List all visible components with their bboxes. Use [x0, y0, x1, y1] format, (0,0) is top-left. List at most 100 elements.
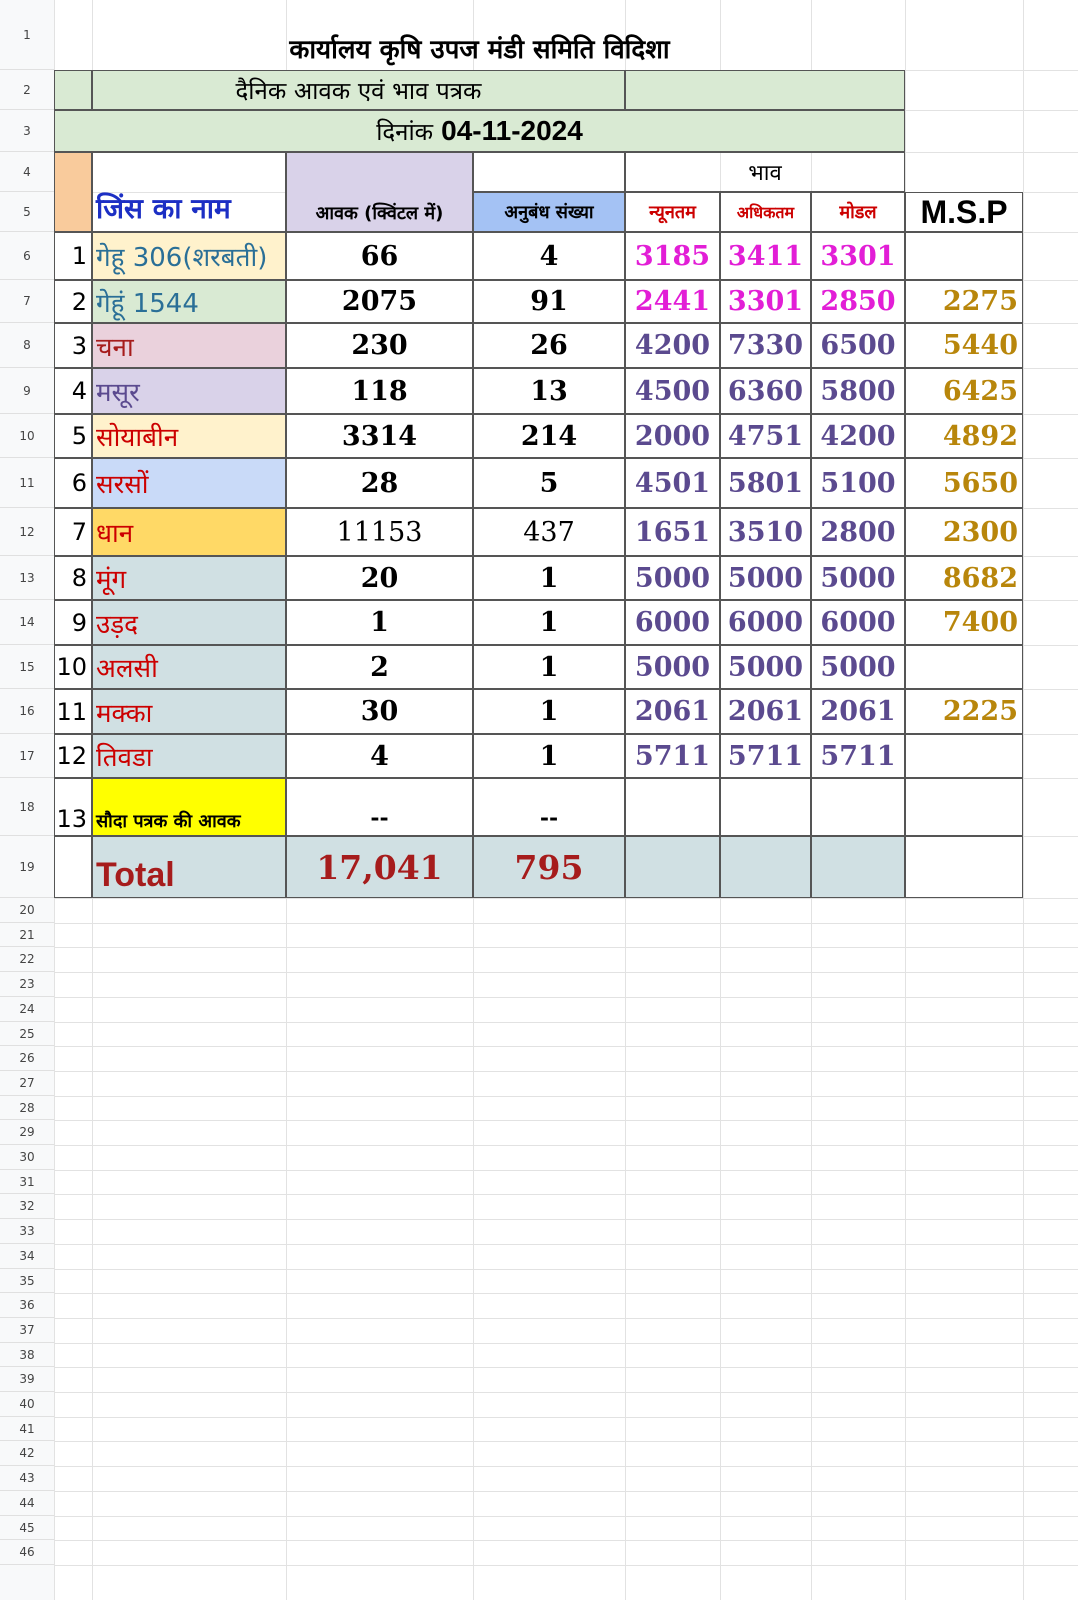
row-number[interactable]: 45 [0, 1516, 54, 1540]
price-min[interactable]: 5000 [625, 645, 720, 689]
contract-count[interactable]: 1 [473, 645, 625, 689]
row-number[interactable]: 40 [0, 1392, 54, 1417]
row-number[interactable]: 3 [0, 110, 54, 152]
serial-number[interactable]: 6 [54, 458, 92, 508]
price-modal[interactable]: 5711 [811, 734, 905, 778]
row-number[interactable]: 19 [0, 836, 54, 898]
price-max[interactable]: 5711 [720, 734, 811, 778]
row-number[interactable]: 25 [0, 1022, 54, 1046]
msp-value[interactable] [905, 232, 1023, 280]
contract-count[interactable]: 1 [473, 600, 625, 645]
office-title[interactable]: कार्यालय कृषि उपज मंडी समिति विदिशा [54, 0, 905, 70]
header-modal[interactable]: मोडल [811, 192, 905, 232]
row-number[interactable]: 28 [0, 1096, 54, 1120]
price-min[interactable]: 3185 [625, 232, 720, 280]
row-number[interactable]: 10 [0, 414, 54, 458]
contract-count[interactable]: 214 [473, 414, 625, 458]
subtitle-blank-cell[interactable] [625, 70, 905, 110]
price-min[interactable]: 5000 [625, 556, 720, 600]
row-number[interactable]: 8 [0, 323, 54, 368]
total-contracts[interactable]: 795 [473, 836, 625, 898]
arrival-qty[interactable]: 230 [286, 323, 473, 368]
header-contracts[interactable]: अनुबंध संख्या [473, 192, 625, 232]
msp-value[interactable]: 2300 [905, 508, 1023, 556]
commodity-name[interactable]: उड़द [92, 600, 286, 645]
price-max[interactable]: 5801 [720, 458, 811, 508]
price-modal[interactable]: 2850 [811, 280, 905, 323]
price-min[interactable]: 2061 [625, 689, 720, 734]
price-max[interactable]: 3301 [720, 280, 811, 323]
row-number[interactable]: 4 [0, 152, 54, 192]
arrival-qty[interactable]: 20 [286, 556, 473, 600]
row-number[interactable]: 20 [0, 898, 54, 923]
total-label[interactable]: Total [92, 836, 286, 898]
msp-value[interactable]: 2225 [905, 689, 1023, 734]
commodity-name[interactable]: सरसों [92, 458, 286, 508]
row-number[interactable]: 7 [0, 280, 54, 323]
row-number[interactable]: 43 [0, 1466, 54, 1491]
row-number[interactable]: 46 [0, 1540, 54, 1565]
price-max[interactable]: 5000 [720, 645, 811, 689]
price-modal[interactable]: 6000 [811, 600, 905, 645]
row-number[interactable]: 32 [0, 1194, 54, 1219]
header-msp[interactable]: M.S.P [905, 192, 1023, 232]
commodity-name[interactable]: धान [92, 508, 286, 556]
msp-value[interactable]: 8682 [905, 556, 1023, 600]
row-number[interactable]: 5 [0, 192, 54, 232]
row-number[interactable]: 29 [0, 1120, 54, 1145]
header-sn-cell[interactable] [54, 152, 92, 232]
price-min[interactable]: 5711 [625, 734, 720, 778]
price-min[interactable]: 6000 [625, 600, 720, 645]
row-number[interactable]: 9 [0, 368, 54, 414]
price-max[interactable]: 6000 [720, 600, 811, 645]
contract-count[interactable]: 1 [473, 556, 625, 600]
msp-value[interactable] [905, 734, 1023, 778]
header-blank-cell[interactable] [473, 152, 625, 192]
row-number[interactable]: 14 [0, 600, 54, 645]
commodity-name[interactable]: तिवडा [92, 734, 286, 778]
price-max[interactable]: 3510 [720, 508, 811, 556]
row-number[interactable]: 27 [0, 1071, 54, 1096]
header-commodity[interactable]: जिंस का नाम [92, 152, 286, 232]
row-number[interactable]: 33 [0, 1219, 54, 1244]
msp-value[interactable]: 2275 [905, 280, 1023, 323]
commodity-name[interactable]: गेहूं 1544 [92, 280, 286, 323]
header-min[interactable]: न्यूनतम [625, 192, 720, 232]
msp-value[interactable]: 4892 [905, 414, 1023, 458]
row-number[interactable]: 34 [0, 1244, 54, 1269]
arrival-qty[interactable]: 66 [286, 232, 473, 280]
serial-number[interactable]: 11 [54, 689, 92, 734]
msp-value[interactable] [905, 645, 1023, 689]
price-modal[interactable]: 3301 [811, 232, 905, 280]
date-row[interactable]: दिनांक 04-11-2024 [54, 110, 905, 152]
contract-count[interactable]: 4 [473, 232, 625, 280]
price-min[interactable]: 2441 [625, 280, 720, 323]
commodity-name[interactable]: अलसी [92, 645, 286, 689]
arrival-qty[interactable]: 3314 [286, 414, 473, 458]
price-max[interactable]: 4751 [720, 414, 811, 458]
commodity-name[interactable]: मक्का [92, 689, 286, 734]
serial-number[interactable]: 7 [54, 508, 92, 556]
header-max[interactable]: अधिकतम [720, 192, 811, 232]
empty-cell[interactable] [811, 836, 905, 898]
contract-count[interactable]: 13 [473, 368, 625, 414]
serial-number[interactable]: 8 [54, 556, 92, 600]
empty-cell[interactable] [720, 778, 811, 836]
price-min[interactable]: 4200 [625, 323, 720, 368]
sauda-contracts[interactable]: -- [473, 778, 625, 836]
price-max[interactable]: 2061 [720, 689, 811, 734]
msp-value[interactable]: 5650 [905, 458, 1023, 508]
sauda-label[interactable]: सौदा पत्रक की आवक [92, 778, 286, 836]
contract-count[interactable]: 437 [473, 508, 625, 556]
commodity-name[interactable]: चना [92, 323, 286, 368]
contract-count[interactable]: 1 [473, 734, 625, 778]
serial-number[interactable]: 4 [54, 368, 92, 414]
contract-count[interactable]: 26 [473, 323, 625, 368]
header-bhav-group[interactable]: भाव [625, 152, 905, 192]
arrival-qty[interactable]: 118 [286, 368, 473, 414]
price-min[interactable]: 4501 [625, 458, 720, 508]
commodity-name[interactable]: मूंग [92, 556, 286, 600]
empty-cell[interactable] [720, 836, 811, 898]
row-number[interactable]: 24 [0, 997, 54, 1022]
arrival-qty[interactable]: 1 [286, 600, 473, 645]
